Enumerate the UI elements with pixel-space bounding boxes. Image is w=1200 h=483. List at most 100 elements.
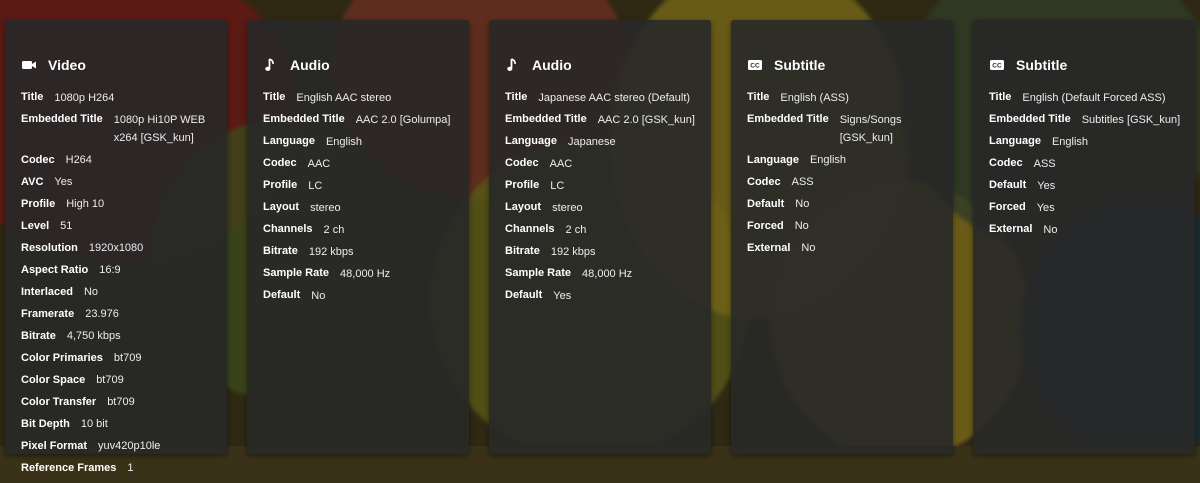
detail-label: Default — [747, 197, 785, 210]
detail-value: AAC 2.0 [GSK_kun] — [597, 113, 695, 126]
detail-label: Codec — [505, 157, 539, 169]
stream-details: Title English AAC stereo Embedded Title AAC… — [263, 90, 459, 310]
detail-label: External — [747, 241, 791, 254]
detail-label: Forced — [989, 201, 1026, 213]
detail-label: Channels — [263, 223, 313, 235]
detail-row: Channels 2 ch — [505, 222, 701, 239]
detail-label: Bitrate — [21, 329, 56, 342]
detail-value: 23.976 — [85, 308, 119, 320]
card-title: Audio — [532, 57, 572, 73]
card-header: CC Subtitle — [747, 55, 825, 75]
detail-label: Reference Frames — [21, 461, 117, 474]
detail-label: Embedded Title — [21, 113, 103, 125]
stream-details: Title Japanese AAC stereo (Default) Embedd… — [505, 90, 701, 310]
detail-value: 1080p H264 — [54, 91, 115, 104]
detail-label: Title — [21, 91, 44, 103]
detail-row: Bit Depth 10 bit — [21, 417, 217, 434]
detail-label: Pixel Format — [21, 439, 88, 452]
detail-value: English (Default Forced ASS) — [1022, 91, 1166, 104]
stream-details: Title 1080p H264 Embedded Title 1080p Hi10P… — [21, 90, 217, 483]
detail-value: Japanese — [567, 135, 616, 148]
detail-value: Yes — [553, 289, 572, 302]
detail-label: Default — [505, 289, 543, 301]
card-header: Audio — [263, 55, 330, 75]
detail-label: Embedded Title — [989, 113, 1071, 125]
detail-value: English — [325, 135, 363, 148]
detail-row: Language English — [263, 134, 459, 151]
detail-row: Channels 2 ch — [263, 222, 459, 239]
detail-row: Title 1080p H264 — [21, 90, 217, 107]
detail-label: AVC — [21, 175, 44, 188]
detail-value: High 10 — [66, 198, 105, 210]
detail-row: AVC Yes — [21, 175, 217, 192]
detail-label: Sample Rate — [505, 267, 572, 279]
detail-value: stereo — [310, 201, 341, 214]
detail-value: No — [795, 198, 810, 210]
detail-label: Embedded Title — [263, 113, 345, 125]
detail-value: Yes — [1036, 201, 1055, 214]
detail-row: Pixel Format yuv420p10le — [21, 439, 217, 456]
detail-value: 2 ch — [565, 223, 587, 236]
detail-label: Forced — [747, 219, 784, 232]
detail-value: No — [801, 242, 816, 254]
detail-value: English — [1051, 135, 1089, 148]
detail-value: AAC — [307, 157, 331, 170]
detail-label: Bitrate — [263, 245, 298, 257]
detail-row: Aspect Ratio 16:9 — [21, 263, 217, 280]
stream-details: Title English (Default Forced ASS) Embedde… — [989, 90, 1185, 244]
detail-row: Reference Frames 1 — [21, 461, 217, 478]
detail-value: 16:9 — [99, 264, 121, 276]
detail-label: Title — [747, 91, 770, 103]
detail-row: Title English (Default Forced ASS) — [989, 90, 1185, 107]
detail-row: Title English AAC stereo — [263, 90, 459, 107]
detail-value: 48,000 Hz — [582, 267, 633, 280]
card-title: Video — [48, 57, 86, 73]
detail-row: Forced Yes — [989, 200, 1185, 217]
detail-value: 4,750 kbps — [66, 330, 121, 342]
detail-label: Interlaced — [21, 285, 73, 298]
detail-row: Language English — [747, 153, 943, 170]
detail-row: Profile LC — [505, 178, 701, 195]
detail-label: Sample Rate — [263, 267, 330, 279]
detail-row: Default No — [747, 197, 943, 214]
detail-value: ASS — [791, 176, 814, 188]
detail-row: Language English — [989, 134, 1185, 151]
detail-row: Resolution 1920x1080 — [21, 241, 217, 258]
detail-row: Codec ASS — [747, 175, 943, 192]
music-note-icon — [263, 57, 279, 73]
detail-value: English AAC stereo — [296, 91, 392, 104]
audio-stream-card: Audio Title English AAC stereo Embedded Ti… — [247, 20, 469, 454]
detail-label: Language — [505, 135, 557, 147]
detail-value: AAC — [549, 157, 573, 170]
video-stream-card: Video Title 1080p H264 Embedded Title 1080p… — [5, 20, 227, 474]
detail-label: Embedded Title — [747, 113, 829, 125]
svg-text:CC: CC — [750, 63, 760, 70]
detail-row: Bitrate 192 kbps — [505, 244, 701, 261]
detail-label: Language — [989, 135, 1041, 147]
detail-label: Channels — [505, 223, 555, 235]
detail-value: Signs/Songs [GSK_kun] — [839, 113, 902, 145]
detail-value: stereo — [552, 201, 583, 214]
detail-row: Bitrate 4,750 kbps — [21, 329, 217, 346]
detail-row: Color Transfer bt709 — [21, 395, 217, 412]
detail-value: bt709 — [107, 396, 135, 408]
card-header: Audio — [505, 55, 572, 75]
detail-label: Language — [747, 153, 799, 166]
detail-label: Title — [505, 91, 528, 103]
detail-label: External — [989, 223, 1033, 235]
detail-label: Framerate — [21, 307, 75, 320]
detail-label: Profile — [505, 179, 540, 191]
detail-row: Codec AAC — [263, 156, 459, 173]
detail-row: Codec H264 — [21, 153, 217, 170]
detail-label: Default — [989, 179, 1027, 191]
detail-value: bt709 — [113, 352, 142, 364]
detail-row: Layout stereo — [263, 200, 459, 217]
detail-value: 1080p Hi10P WEB x264 [GSK_kun] — [113, 113, 206, 145]
detail-value: Yes — [54, 176, 73, 188]
detail-value: Yes — [1037, 179, 1056, 192]
detail-value: 1920x1080 — [88, 242, 144, 254]
detail-row: Embedded Title 1080p Hi10P WEB x264 [GSK_… — [21, 112, 217, 148]
detail-value: 48,000 Hz — [340, 267, 391, 280]
card-title: Subtitle — [774, 57, 826, 73]
detail-value: 192 kbps — [308, 245, 354, 258]
